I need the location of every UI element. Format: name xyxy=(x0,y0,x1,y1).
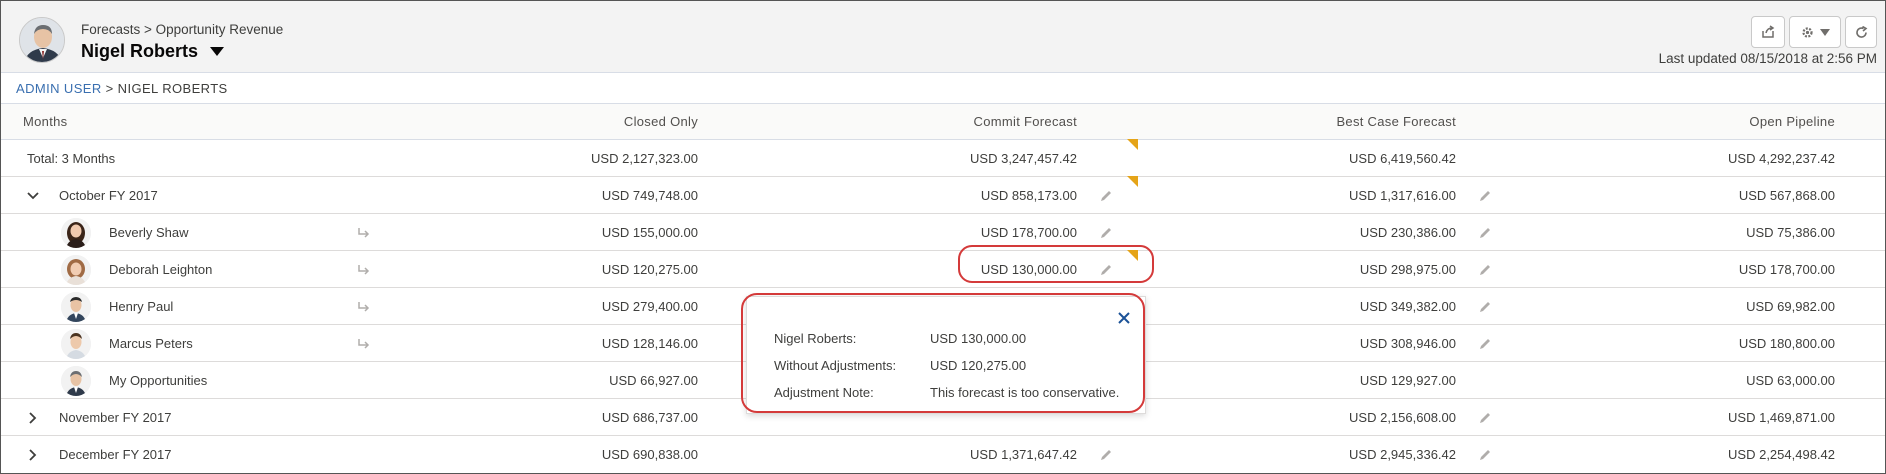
cell-closed: USD 66,927.00 xyxy=(609,372,698,388)
cell-commit[interactable]: USD 1,371,647.42 xyxy=(970,436,1077,473)
cell-open[interactable]: USD 2,254,498.42 xyxy=(1728,436,1835,473)
hierarchy-breadcrumb: ADMIN USER > NIGEL ROBERTS xyxy=(16,81,228,96)
popover-highlight-ring xyxy=(741,293,1145,413)
last-updated-text: Last updated 08/15/2018 at 2:56 PM xyxy=(1658,51,1877,66)
cell-closed: USD 120,275.00 xyxy=(601,261,698,277)
cell-closed: USD 155,000.00 xyxy=(601,224,698,240)
chevron-down-icon xyxy=(1819,28,1830,36)
redirect-arrow-icon[interactable] xyxy=(356,262,372,278)
pencil-icon[interactable] xyxy=(1477,188,1493,204)
cell-best[interactable]: USD 349,382.00 xyxy=(1360,288,1456,324)
table-row: Beverly Shaw USD 155,000.00 USD 178,700.… xyxy=(1,214,1885,251)
header-breadcrumb[interactable]: Forecasts > Opportunity Revenue xyxy=(81,22,283,37)
row-label[interactable]: Beverly Shaw xyxy=(109,214,188,250)
cell-best[interactable]: USD 6,419,560.42 xyxy=(1349,140,1456,176)
refresh-button[interactable] xyxy=(1845,16,1877,48)
cell-open[interactable]: USD 75,386.00 xyxy=(1746,214,1835,250)
user-avatar xyxy=(61,218,91,248)
owner-avatar xyxy=(19,17,65,63)
pencil-icon[interactable] xyxy=(1477,336,1493,352)
cell-commit[interactable]: USD 858,173.00 xyxy=(981,177,1077,213)
adjustment-flag xyxy=(1127,176,1138,187)
row-label[interactable]: December FY 2017 xyxy=(59,436,172,473)
cell-best[interactable]: USD 230,386.00 xyxy=(1360,214,1456,250)
user-avatar xyxy=(61,366,91,396)
redirect-arrow-icon[interactable] xyxy=(356,336,372,352)
table-header: Months Closed Only Commit Forecast Best … xyxy=(1,103,1885,140)
adjustment-flag xyxy=(1127,139,1138,150)
breadcrumb-current: NIGEL ROBERTS xyxy=(117,81,228,96)
row-label[interactable]: My Opportunities xyxy=(109,362,207,398)
table-row: December FY 2017 USD 690,838.00 USD 1,37… xyxy=(1,436,1885,473)
cell-closed: USD 690,838.00 xyxy=(601,447,698,462)
cell-open[interactable]: USD 180,800.00 xyxy=(1739,325,1835,361)
row-label[interactable]: November FY 2017 xyxy=(59,399,172,435)
table-row: October FY 2017 USD 749,748.00 USD 858,1… xyxy=(1,176,1885,214)
chevron-right-icon[interactable] xyxy=(26,411,40,425)
user-avatar xyxy=(61,329,91,359)
cell-best[interactable]: USD 1,317,616.00 xyxy=(1349,177,1456,213)
refresh-icon xyxy=(1855,25,1867,38)
share-button[interactable] xyxy=(1751,16,1785,48)
pencil-icon[interactable] xyxy=(1477,262,1493,278)
cell-closed: USD 686,737.00 xyxy=(601,409,698,425)
settings-menu-button[interactable] xyxy=(1789,16,1841,48)
cell-best[interactable]: USD 129,927.00 xyxy=(1360,362,1456,398)
pencil-icon[interactable] xyxy=(1477,225,1493,241)
cell-open[interactable]: USD 63,000.00 xyxy=(1746,362,1835,398)
row-label[interactable]: October FY 2017 xyxy=(59,177,158,213)
cell-open[interactable]: USD 567,868.00 xyxy=(1739,177,1835,213)
row-label[interactable]: Henry Paul xyxy=(109,288,173,324)
user-avatar xyxy=(61,255,91,285)
pencil-icon[interactable] xyxy=(1477,299,1493,315)
cell-commit[interactable]: USD 3,247,457.42 xyxy=(970,140,1077,176)
pencil-icon[interactable] xyxy=(1477,410,1493,426)
redirect-arrow-icon[interactable] xyxy=(356,299,372,315)
forecast-header: Forecasts > Opportunity Revenue Nigel Ro… xyxy=(1,1,1885,73)
owner-selector[interactable]: Nigel Roberts xyxy=(81,41,225,62)
owner-name: Nigel Roberts xyxy=(81,41,199,61)
col-months[interactable]: Months xyxy=(23,104,67,139)
table-row: Deborah Leighton USD 120,275.00 USD 130,… xyxy=(1,250,1885,288)
col-commit-forecast[interactable]: Commit Forecast xyxy=(974,104,1077,139)
cell-closed: USD 279,400.00 xyxy=(601,298,698,314)
cell-open[interactable]: USD 1,469,871.00 xyxy=(1728,399,1835,435)
pencil-icon[interactable] xyxy=(1098,188,1114,204)
breadcrumb-admin-user[interactable]: ADMIN USER xyxy=(16,81,102,96)
chevron-right-icon[interactable] xyxy=(26,448,40,462)
col-best-case-forecast[interactable]: Best Case Forecast xyxy=(1336,104,1456,139)
redirect-arrow-icon[interactable] xyxy=(356,225,372,241)
table-row: Total: 3 Months USD 2,127,323.00 USD 3,2… xyxy=(1,139,1885,177)
cell-best[interactable]: USD 2,945,336.42 xyxy=(1349,436,1456,473)
cell-closed: USD 749,748.00 xyxy=(601,187,698,203)
row-label: Total: 3 Months xyxy=(27,150,116,166)
row-label[interactable]: Deborah Leighton xyxy=(109,251,212,287)
col-closed-only[interactable]: Closed Only xyxy=(624,104,698,139)
cell-best[interactable]: USD 2,156,608.00 xyxy=(1349,399,1456,435)
share-icon xyxy=(1762,25,1775,38)
chevron-down-icon[interactable] xyxy=(26,189,40,203)
caret-down-icon[interactable] xyxy=(210,47,225,56)
cell-best[interactable]: USD 298,975.00 xyxy=(1360,251,1456,287)
row-label[interactable]: Marcus Peters xyxy=(109,325,193,361)
forecast-table: Months Closed Only Commit Forecast Best … xyxy=(1,103,1885,473)
cell-open[interactable]: USD 69,982.00 xyxy=(1746,288,1835,324)
breadcrumb-separator: > xyxy=(105,81,114,96)
cell-closed: USD 2,127,323.00 xyxy=(591,150,698,166)
cell-open[interactable]: USD 178,700.00 xyxy=(1739,251,1835,287)
gear-icon xyxy=(1801,26,1813,38)
col-open-pipeline[interactable]: Open Pipeline xyxy=(1749,104,1835,139)
highlight-ring xyxy=(958,245,1154,283)
cell-open[interactable]: USD 4,292,237.42 xyxy=(1728,140,1835,176)
pencil-icon[interactable] xyxy=(1477,447,1493,463)
pencil-icon[interactable] xyxy=(1098,225,1114,241)
cell-closed: USD 128,146.00 xyxy=(601,335,698,351)
user-avatar xyxy=(61,292,91,322)
cell-best[interactable]: USD 308,946.00 xyxy=(1360,325,1456,361)
pencil-icon[interactable] xyxy=(1098,447,1114,463)
